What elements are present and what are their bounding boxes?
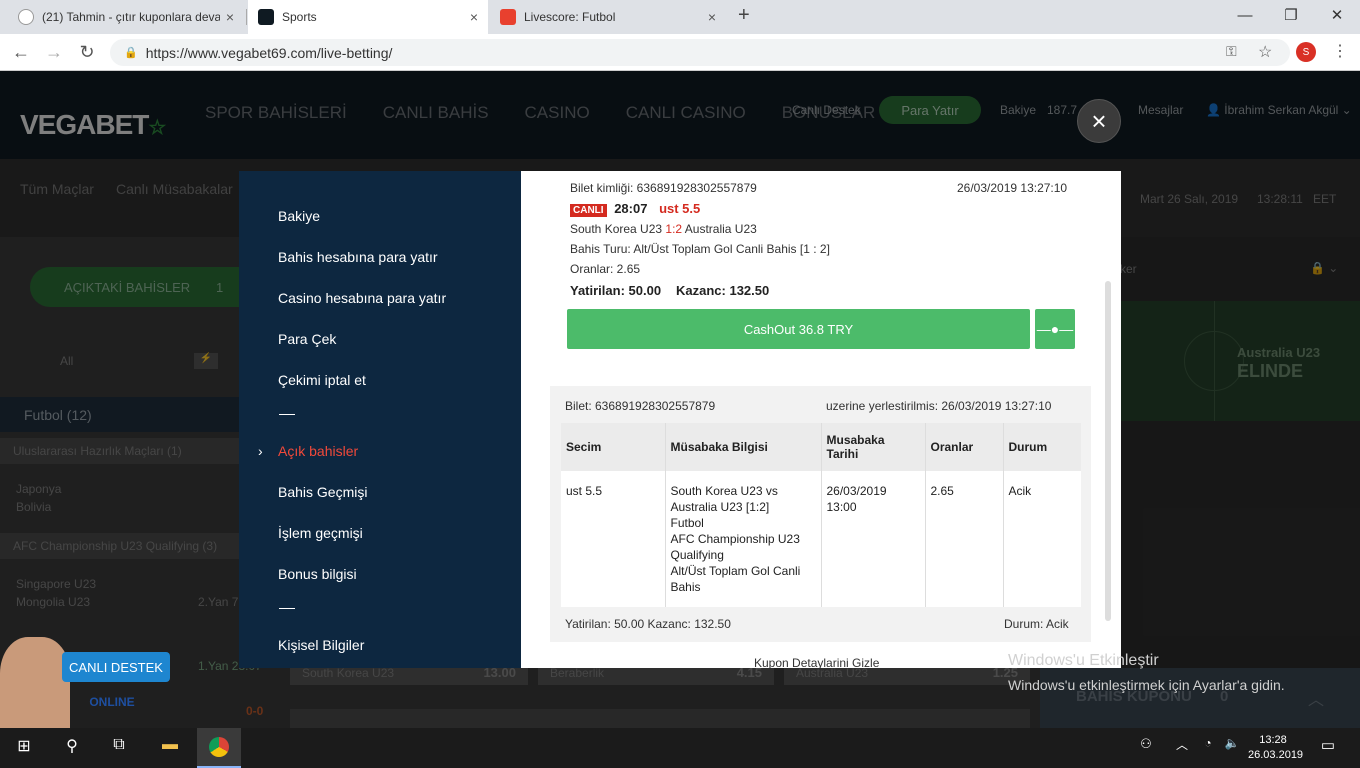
chevron-up-icon[interactable]: ︿ — [1170, 736, 1194, 753]
star-bookmark-icon[interactable]: ☆ — [1258, 42, 1272, 62]
profile-avatar[interactable]: S — [1296, 42, 1316, 62]
menu-bonus-bilgisi[interactable]: Bonus bilgisi — [278, 566, 357, 582]
bet-odds: Oranlar: 2.65 — [570, 262, 641, 276]
menu-dots-icon[interactable]: ⋮ — [1332, 41, 1348, 61]
live-minute: 28:07 — [614, 201, 648, 216]
chrome-taskbar-button[interactable] — [197, 728, 241, 768]
search-icon[interactable]: ⚲ — [60, 736, 84, 756]
online-status: ONLINE — [89, 695, 135, 709]
soccer-ball-icon — [18, 9, 34, 25]
menu-bakiye[interactable]: Bakiye — [278, 208, 320, 224]
canli-destek-widget[interactable]: CANLI DESTEK ONLINE — [0, 637, 170, 728]
new-tab-button[interactable]: + — [738, 4, 750, 27]
bet-live-line: CANLI 28:07 ust 5.5 — [570, 201, 701, 217]
cell-oran: 2.65 — [925, 471, 1004, 607]
livescore-favicon-icon — [500, 9, 516, 25]
bet-type: Bahis Turu: Alt/Üst Toplam Gol Canli Bah… — [570, 242, 830, 256]
menu-islem-gecmisi[interactable]: İşlem geçmişi — [278, 525, 363, 541]
detail-table: Secim Müsabaka Bilgisi Musabaka Tarihi O… — [561, 423, 1081, 607]
table-row: ust 5.5 South Korea U23 vs Australia U23… — [561, 471, 1081, 607]
menu-bahis-gecmisi[interactable]: Bahis Geçmişi — [278, 484, 367, 500]
url-bar[interactable]: 🔒 https://www.vegabet69.com/live-betting… — [110, 39, 1290, 66]
maximize-icon[interactable]: ❐ — [1268, 0, 1314, 30]
tab-divider — [246, 9, 247, 25]
ticket-id: Bilet kimliği: 636891928302557879 — [570, 181, 757, 195]
tab-close-icon[interactable]: × — [470, 9, 478, 25]
bet-selection: ust 5.5 — [659, 201, 701, 216]
menu-bahis-para-yatir[interactable]: Bahis hesabına para yatır — [278, 249, 438, 265]
menu-para-cek[interactable]: Para Çek — [278, 331, 336, 347]
col-musabaka-tarihi: Musabaka Tarihi — [821, 423, 926, 471]
tab-close-icon[interactable]: × — [708, 9, 716, 25]
people-icon[interactable]: ⚇ — [1134, 736, 1158, 752]
taskbar-clock[interactable]: 13:28 26.03.2019 — [1248, 733, 1303, 763]
tab-close-icon[interactable]: × — [226, 9, 234, 25]
detail-footer-status: Durum: Acik — [1004, 617, 1069, 631]
lock-icon: 🔒 — [124, 47, 138, 59]
detail-ticket: Bilet: 636891928302557879 — [565, 399, 716, 413]
cashout-button[interactable]: CashOut 36.8 TRY — [567, 309, 1030, 349]
account-sidebar: Bakiye Bahis hesabına para yatır Casino … — [239, 171, 521, 668]
menu-acik-bahisler[interactable]: › Açık bahisler — [258, 443, 358, 459]
windows-start-icon[interactable]: ⊞ — [12, 736, 36, 756]
canli-destek-label: CANLI DESTEK — [62, 652, 170, 682]
support-agent-avatar — [0, 637, 70, 728]
cell-tarih: 26/03/2019 13:00 — [821, 471, 926, 607]
modal-content: Bilet kimliği: 636891928302557879 26/03/… — [521, 171, 1121, 668]
chevron-right-icon: › — [258, 443, 263, 459]
tab-title: (21) Tahmin - çıtır kuponlara deva — [42, 10, 220, 24]
bet-win: Kazanc: 132.50 — [676, 283, 770, 298]
forward-arrow-icon[interactable]: → — [42, 42, 66, 63]
col-secim: Secim — [561, 423, 666, 471]
vegabet-favicon-icon — [258, 9, 274, 25]
window-close-icon[interactable]: ✕ — [1314, 0, 1360, 30]
bet-datetime: 26/03/2019 13:27:10 — [957, 181, 1068, 195]
hide-details-button[interactable]: Kupon Detaylarini Gizle — [754, 656, 879, 668]
cell-info: South Korea U23 vs Australia U23 [1:2] F… — [665, 471, 822, 607]
bet-card: Bilet kimliği: 636891928302557879 26/03/… — [550, 171, 1091, 386]
url-text: https://www.vegabet69.com/live-betting/ — [145, 44, 393, 61]
scrollbar[interactable] — [1105, 281, 1111, 621]
bet-match: South Korea U23 1:2 Australia U23 — [570, 222, 757, 236]
windows-watermark-text: Windows'u etkinleştirmek için Ayarlar'a … — [1008, 677, 1285, 693]
browser-tab-livescore[interactable]: Livescore: Futbol × — [490, 0, 726, 34]
reload-icon[interactable]: ↻ — [75, 42, 99, 63]
volume-icon[interactable]: 🔈 — [1220, 736, 1244, 750]
bet-details: Bilet: 636891928302557879 uzerine yerles… — [550, 386, 1091, 668]
col-durum: Durum — [1003, 423, 1081, 471]
account-modal: Bakiye Bahis hesabına para yatır Casino … — [239, 171, 1121, 668]
cell-secim: ust 5.5 — [561, 471, 666, 607]
file-explorer-icon[interactable]: ▬ — [158, 736, 182, 754]
network-icon[interactable]: ◔ — [1196, 736, 1220, 750]
bet-stake: Yatirilan: 50.00 — [570, 283, 662, 298]
minimize-icon[interactable]: — — [1222, 0, 1268, 30]
detail-footer-stake: Yatirilan: 50.00 Kazanc: 132.50 — [565, 617, 731, 631]
menu-divider — [279, 608, 295, 609]
tab-title: Sports — [282, 10, 317, 24]
detail-placed: uzerine yerlestirilmis: 26/03/2019 13:27… — [826, 399, 1052, 413]
notification-icon[interactable]: ▭ — [1316, 736, 1340, 754]
live-badge: CANLI — [570, 204, 607, 217]
modal-close-button[interactable]: × — [1077, 99, 1121, 143]
col-oranlar: Oranlar — [925, 423, 1004, 471]
cell-durum: Acik — [1003, 471, 1081, 607]
cashout-slider-toggle-icon[interactable]: —●— — [1035, 309, 1075, 349]
menu-divider — [279, 414, 295, 415]
task-view-icon[interactable]: ⧉ — [107, 736, 131, 754]
tab-title: Livescore: Futbol — [524, 10, 616, 24]
menu-kisisel-bilgiler[interactable]: Kişisel Bilgiler — [278, 637, 364, 653]
key-icon[interactable]: ⚿ — [1226, 43, 1237, 60]
windows-watermark-title: Windows'u Etkinleştir — [1008, 652, 1159, 669]
browser-tab-sports[interactable]: Sports × — [248, 0, 488, 34]
menu-cekimi-iptal[interactable]: Çekimi iptal et — [278, 372, 366, 388]
chrome-icon — [209, 737, 229, 757]
menu-casino-para-yatir[interactable]: Casino hesabına para yatır — [278, 290, 446, 306]
browser-tab-tahmin[interactable]: (21) Tahmin - çıtır kuponlara deva × — [8, 0, 244, 34]
back-arrow-icon[interactable]: ← — [9, 42, 33, 63]
col-musabaka-bilgisi: Müsabaka Bilgisi — [665, 423, 822, 471]
